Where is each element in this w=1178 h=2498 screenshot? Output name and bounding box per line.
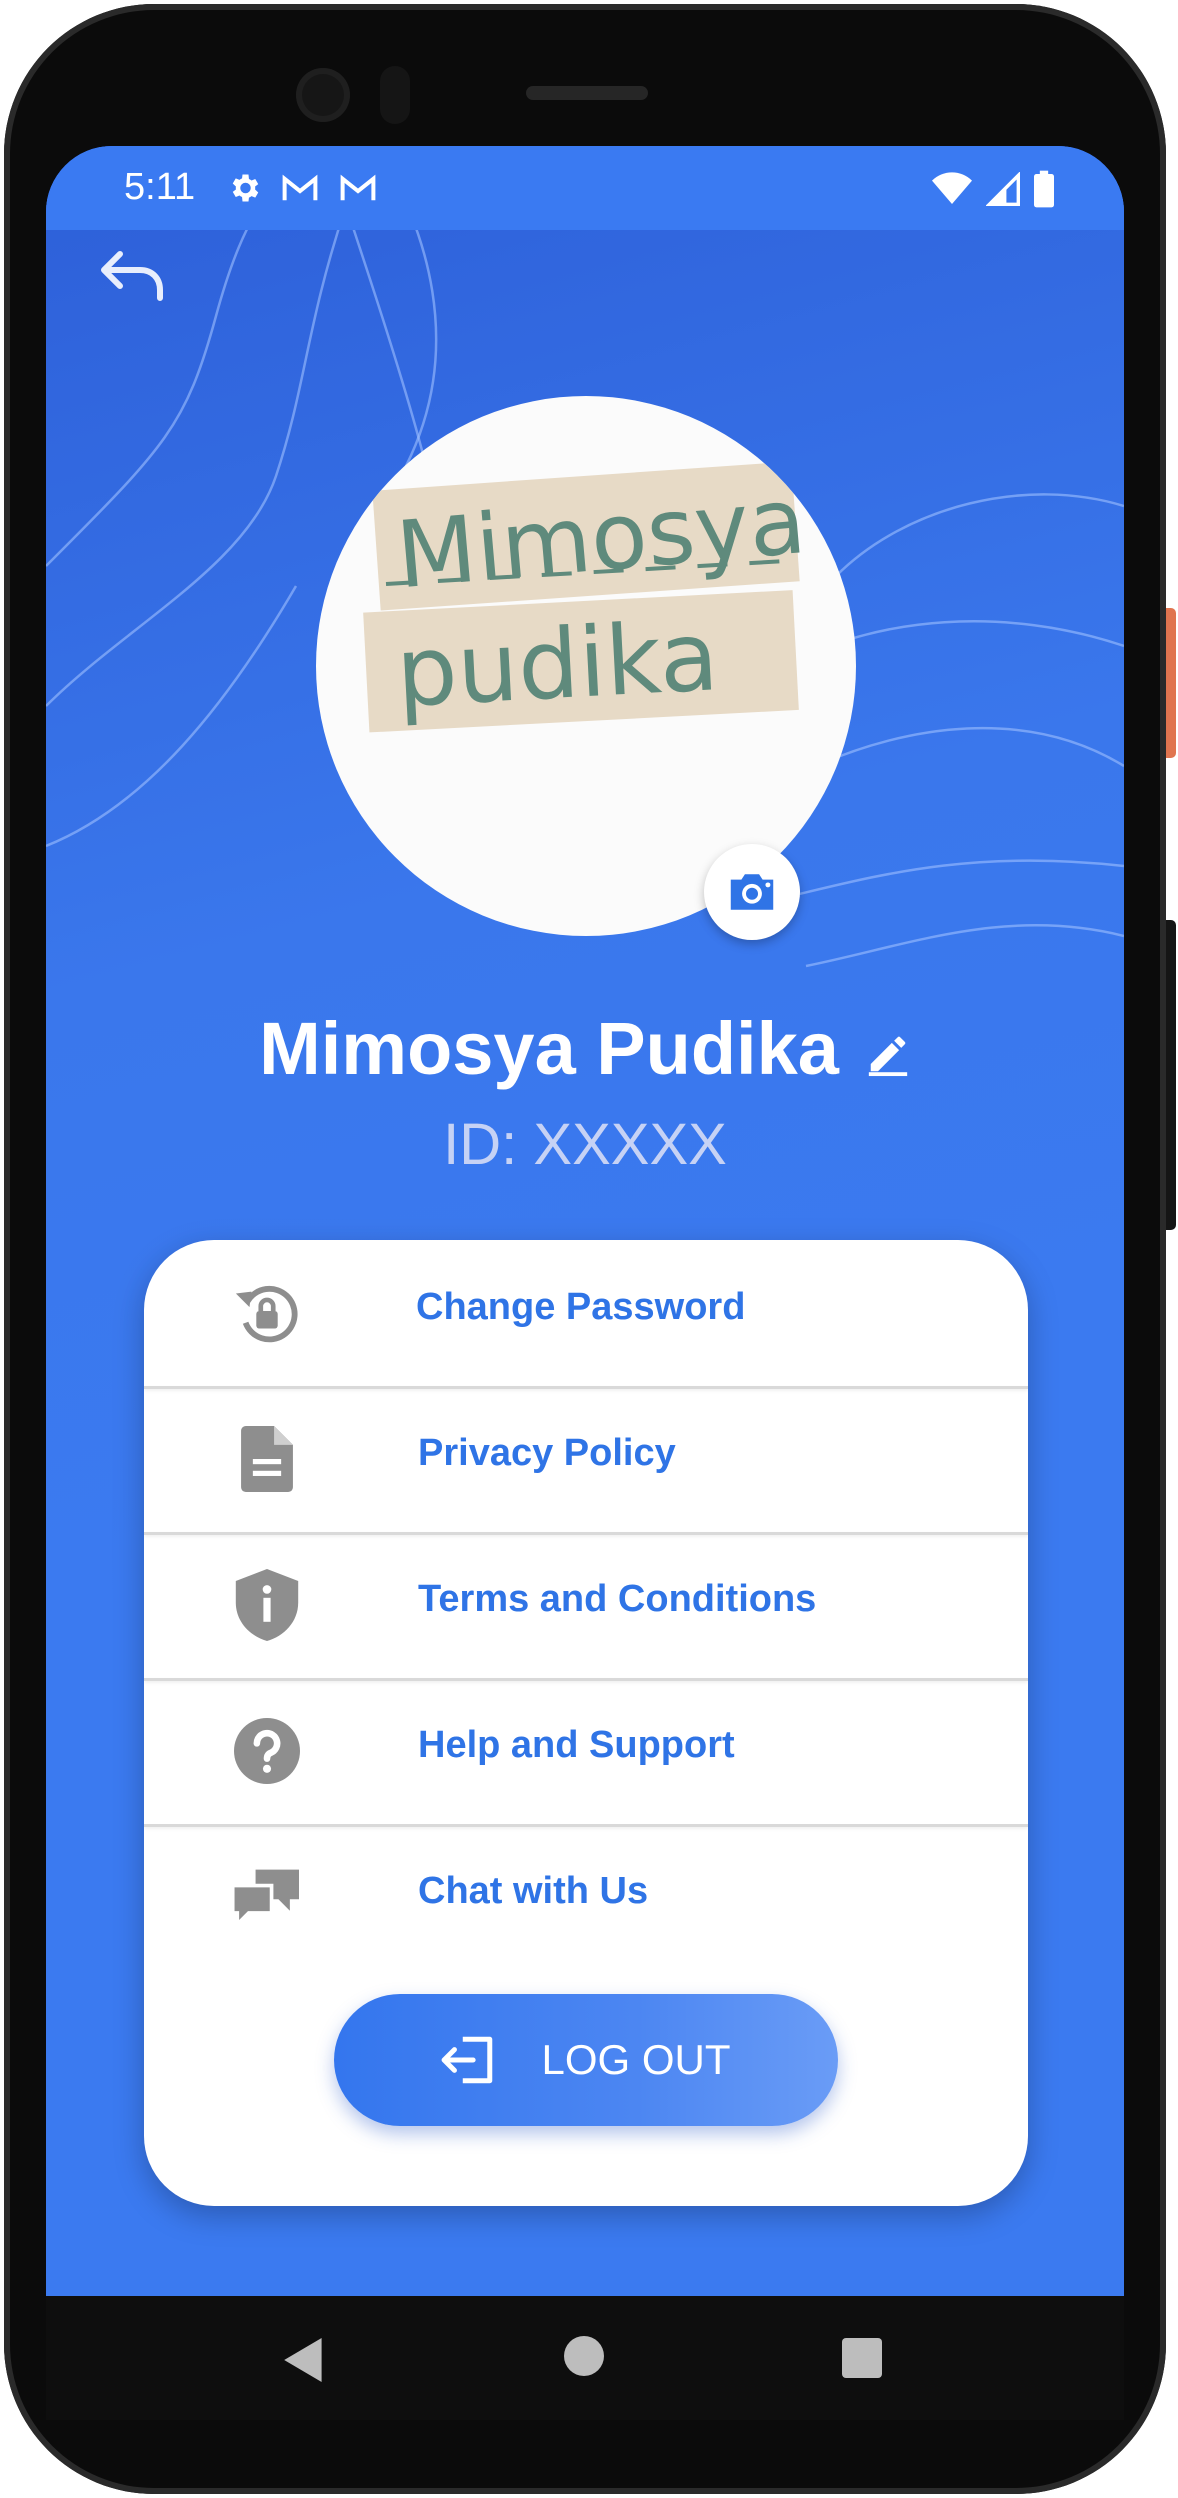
wifi-icon [932,172,972,204]
menu-item-privacy-policy[interactable]: Privacy Policy [144,1386,1028,1535]
earpiece-speaker [526,86,648,100]
menu-item-terms[interactable]: Terms and Conditions [144,1532,1028,1681]
status-bar: 5:11 [46,146,1124,230]
gmail-icon [282,174,318,201]
status-time: 5:11 [124,166,196,208]
menu-item-change-password[interactable]: Change Password [144,1240,1028,1389]
app-screen: 5:11 Mimosya pudika Mimosya Pudika ID: X… [46,146,1124,2296]
menu-item-help[interactable]: Help and Support [144,1678,1028,1827]
signal-icon [986,172,1020,206]
back-arrow-icon [101,251,163,301]
change-photo-button[interactable] [704,844,800,940]
menu-item-label: Chat with Us [418,1870,649,1912]
logout-label: LOG OUT [541,2036,731,2083]
avatar-text-line2: pudika [393,600,721,729]
nav-recents-icon[interactable] [842,2338,882,2378]
camera-icon [730,874,774,910]
volume-button [1166,920,1176,1230]
document-icon [230,1422,304,1496]
edit-name-button[interactable] [865,1031,911,1077]
back-button[interactable] [94,236,174,316]
menu-item-label: Help and Support [418,1724,735,1766]
nav-home-icon[interactable] [564,2336,604,2376]
phone-device: 5:11 Mimosya pudika Mimosya Pudika ID: X… [0,0,1178,2498]
menu-item-label: Terms and Conditions [418,1578,817,1620]
menu-item-label: Change Password [416,1286,746,1328]
front-camera [296,68,350,122]
profile-name: Mimosya Pudika [259,1007,839,1090]
pencil-icon [868,1036,908,1076]
help-circle-icon [230,1714,304,1788]
menu-item-label: Privacy Policy [418,1432,676,1474]
shield-info-icon [230,1568,304,1642]
system-icons [932,170,1054,208]
menu-item-chat[interactable]: Chat with Us [144,1824,1028,1970]
gmail-icon [340,174,376,201]
settings-icon [232,174,259,202]
notification-icons [226,170,378,206]
battery-icon [1034,170,1054,208]
proximity-sensor [380,66,410,124]
lock-reset-icon [230,1276,304,1350]
power-button [1166,608,1176,758]
nav-back-icon[interactable] [282,2338,326,2382]
profile-id: ID: XXXXX [443,1112,727,1177]
chat-bubbles-icon [230,1860,304,1934]
logout-icon [442,2036,493,2084]
android-navigation-bar [46,2296,1124,2420]
logout-button[interactable]: LOG OUT [334,1994,838,2126]
profile-name-row: Mimosya Pudika [46,1006,1124,1091]
